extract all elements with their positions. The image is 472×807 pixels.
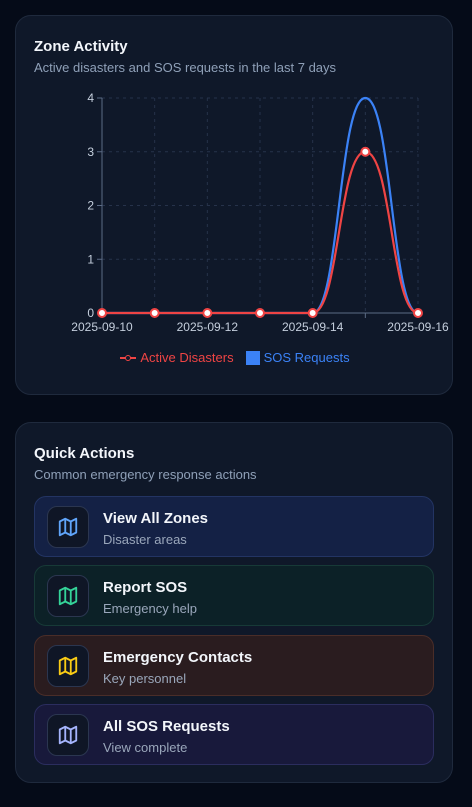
data-point-active-disasters	[307, 308, 318, 318]
y-tick-label: 1	[87, 252, 94, 266]
view-all-zones-icon-box	[47, 506, 89, 548]
legend-item-active-disasters[interactable]: Active Disasters	[120, 350, 234, 365]
x-tick-label: 2025-09-10	[71, 320, 133, 334]
emergency-contacts-button[interactable]: Emergency Contacts Key personnel	[34, 635, 434, 696]
data-point-active-disasters	[255, 308, 265, 318]
y-tick-label: 4	[87, 91, 94, 105]
chart-legend: Active Disasters SOS Requests	[16, 350, 454, 365]
view-all-zones-button[interactable]: View All Zones Disaster areas	[34, 496, 434, 557]
legend-item-sos-requests[interactable]: SOS Requests	[245, 350, 350, 365]
map-icon	[58, 586, 78, 606]
map-icon	[58, 656, 78, 676]
quick-actions-title: Quick Actions	[34, 445, 135, 462]
x-tick-label: 2025-09-16	[387, 320, 449, 334]
report-sos-title: Report SOS	[103, 579, 188, 596]
map-icon	[58, 517, 78, 537]
zone-activity-chart: 0 1 2 3 4 2025-09-10 2025-09-12 2025-09-14 2025-…	[71, 91, 449, 334]
data-point-active-disasters	[97, 308, 107, 318]
legend-swatch-sos-requests	[245, 350, 260, 365]
y-tick-label: 2	[87, 199, 94, 213]
view-all-zones-title: View All Zones	[103, 510, 209, 527]
y-tick-label: 0	[87, 306, 94, 320]
all-sos-requests-icon-box	[47, 714, 89, 756]
view-all-zones-subtitle: Disaster areas	[103, 532, 187, 547]
quick-actions-subtitle: Common emergency response actions	[34, 467, 257, 482]
emergency-contacts-subtitle: Key personnel	[103, 671, 187, 686]
report-sos-icon-box	[47, 575, 89, 617]
zone-activity-card: Zone Activity Active disasters and SOS r…	[15, 15, 453, 395]
quick-actions-card: Quick Actions Common emergency response …	[15, 422, 453, 783]
all-sos-requests-button[interactable]: All SOS Requests View complete	[34, 704, 434, 765]
legend-swatch-active-disasters	[120, 353, 137, 363]
data-point-active-disasters	[413, 308, 423, 318]
map-icon	[58, 725, 78, 745]
all-sos-requests-title: All SOS Requests	[103, 718, 230, 735]
data-point-active-disasters	[360, 146, 371, 157]
all-sos-requests-subtitle: View complete	[103, 740, 188, 755]
data-point-active-disasters	[202, 308, 213, 318]
emergency-contacts-icon-box	[47, 645, 89, 687]
x-tick-label: 2025-09-12	[177, 320, 239, 334]
report-sos-subtitle: Emergency help	[103, 601, 197, 616]
y-tick-label: 3	[87, 145, 94, 159]
data-point-active-disasters	[149, 308, 160, 318]
report-sos-button[interactable]: Report SOS Emergency help	[34, 565, 434, 626]
legend-label-sos-requests: SOS Requests	[263, 350, 350, 365]
emergency-contacts-title: Emergency Contacts	[103, 649, 253, 666]
legend-label-active-disasters: Active Disasters	[140, 350, 234, 365]
x-tick-label: 2025-09-14	[282, 320, 344, 334]
